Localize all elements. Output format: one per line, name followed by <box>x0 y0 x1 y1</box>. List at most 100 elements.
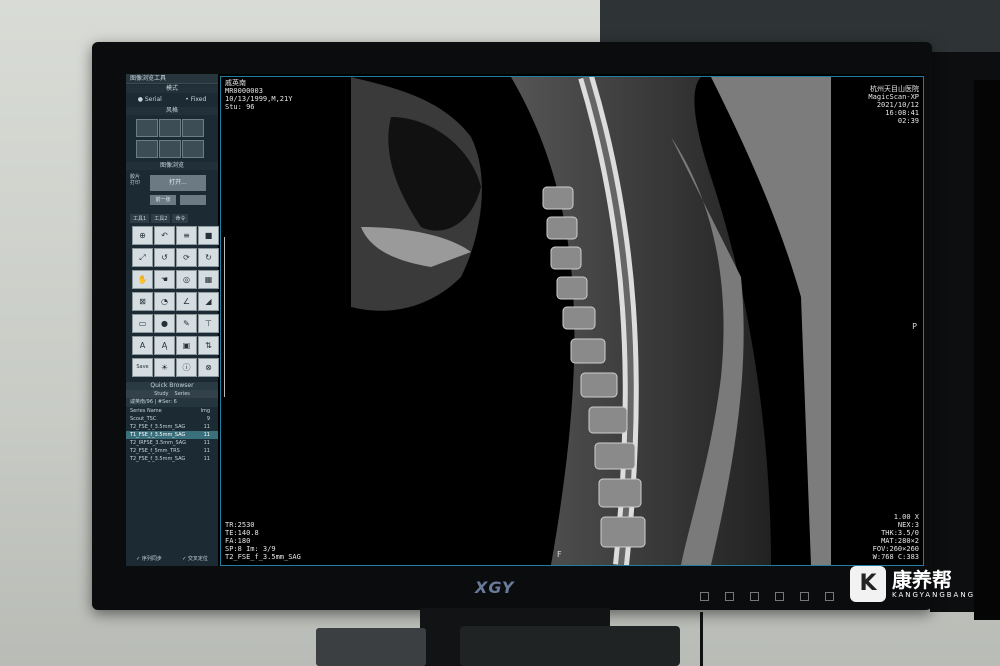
mode-label: 模式 <box>126 85 218 93</box>
invert-icon[interactable]: ■ <box>198 226 219 245</box>
mode-fixed-label: Fixed <box>190 96 207 103</box>
disk-icon[interactable]: ▣ <box>176 336 197 355</box>
roi-icon[interactable]: ▭ <box>132 314 153 333</box>
fit-icon[interactable]: ⤢ <box>132 248 153 267</box>
undo-icon[interactable]: ↶ <box>154 226 175 245</box>
ellipse-icon[interactable]: ● <box>154 314 175 333</box>
series-name: T2_FSE_f_3.5mm_SAG <box>130 424 186 430</box>
film-print-label: 胶片打印 <box>130 174 141 186</box>
annotate-icon[interactable]: Ą <box>154 336 175 355</box>
hand-icon[interactable]: ☚ <box>154 270 175 289</box>
watermark: K 康养帮 KANGYANGBANG <box>850 566 975 602</box>
brightness-icon[interactable]: ☀ <box>154 358 175 377</box>
enhance-icon[interactable]: ≡ <box>176 226 197 245</box>
image-viewport[interactable]: 戚英南 MR0000003 10/13/1999,M,21Y Stu: 96 杭州天目… <box>220 76 924 566</box>
angle-icon[interactable]: ∠ <box>176 292 197 311</box>
browse-label: 图像浏览 <box>126 162 218 170</box>
watermark-sub: KANGYANGBANG <box>892 591 976 599</box>
monitor-brand: XGY <box>475 578 515 597</box>
text-icon[interactable]: A <box>132 336 153 355</box>
sync-label: 序列同步 <box>141 556 162 562</box>
layout-2x1-button[interactable] <box>159 140 181 158</box>
layout-1x2-button[interactable] <box>136 140 158 158</box>
orientation-right: P <box>912 322 917 331</box>
mode-serial-label: Serial <box>144 96 162 103</box>
freehand-icon[interactable]: ✎ <box>176 314 197 333</box>
series-img: 11 <box>203 448 210 454</box>
osd-button[interactable] <box>825 592 834 601</box>
zoom-icon[interactable]: ⊕ <box>132 226 153 245</box>
series-img: 11 <box>203 424 210 430</box>
tab-tools1[interactable]: 工具1 <box>130 214 150 223</box>
osd-button[interactable] <box>775 592 784 601</box>
monitor-base <box>460 626 680 666</box>
series-name: T2_FSE_f_3.5mm_SAG <box>130 456 186 462</box>
panel-title: 图像浏览工具 <box>126 74 218 84</box>
tab-commands[interactable]: 命令 <box>172 214 189 223</box>
layout-3x3-button[interactable] <box>159 119 181 137</box>
series-img: 11 <box>203 440 210 446</box>
close-icon[interactable]: ⊗ <box>198 358 219 377</box>
rotate-left-icon[interactable]: ↺ <box>154 248 175 267</box>
series-img: 9 <box>206 416 210 422</box>
next-button[interactable] <box>180 195 206 205</box>
table-row[interactable]: T2_FSE_f_3.5mm_SAG 11 <box>126 455 218 463</box>
overlay-bottom-left: TR:2530 TE:140.8 FA:180 SP:8 Im: 3/9 T2_FSE_… <box>225 521 301 561</box>
magnify-icon[interactable]: ◎ <box>176 270 197 289</box>
cross-ref-checkbox[interactable]: ✓ 交叉定位 <box>182 555 208 562</box>
quick-browser-title: Quick Browser <box>126 382 218 390</box>
sort-icon[interactable]: ⇅ <box>198 336 219 355</box>
series-img: 11 <box>203 432 210 438</box>
rotate-right-icon[interactable]: ↻ <box>198 248 219 267</box>
table-row[interactable]: T2_FSE_f_3.5mm_SAG 11 <box>126 423 218 431</box>
patient-row[interactable]: 戚英南/96 | #Ser: 6 <box>126 398 218 407</box>
series-img-header: Img <box>200 408 210 414</box>
save-button[interactable]: Save <box>132 358 153 377</box>
pan-hand-icon[interactable]: ✋ <box>132 270 153 289</box>
overlay-top-right: 杭州天目山医院 MagicScan-XP 2021/10/12 16:08:41 02:… <box>868 85 919 125</box>
osd-button[interactable] <box>700 592 709 601</box>
tool-panel: 图像浏览工具 模式 ● Serial • Fixed 风格 图像浏览 胶片打印 … <box>126 74 219 566</box>
osd-button[interactable] <box>800 592 809 601</box>
mode-fixed-radio[interactable]: • Fixed <box>185 94 206 106</box>
mode-serial-radio[interactable]: ● Serial <box>138 94 162 106</box>
layout-2x2-button[interactable] <box>136 119 158 137</box>
cross-ref-label: 交叉定位 <box>187 556 208 562</box>
series-name: Scout_TSC <box>130 416 157 422</box>
watermark-text: 康养帮 <box>892 568 952 592</box>
osd-button[interactable] <box>750 592 759 601</box>
tab-study[interactable]: Study <box>154 390 168 398</box>
series-name-header: Series Name <box>130 408 162 414</box>
tab-tools2[interactable]: 工具2 <box>151 214 171 223</box>
series-header: Series Name Img <box>126 407 218 415</box>
layout-4x4-button[interactable] <box>182 119 204 137</box>
scale-ruler <box>224 237 231 397</box>
ruler-icon[interactable]: ◢ <box>198 292 219 311</box>
window-icon[interactable]: ◔ <box>154 292 175 311</box>
table-row[interactable]: T2_IRFSE_3.5mm_SAG 11 <box>126 439 218 447</box>
monitor-screen: 图像浏览工具 模式 ● Serial • Fixed 风格 图像浏览 胶片打印 … <box>126 74 924 566</box>
profile-icon[interactable]: ⊤ <box>198 314 219 333</box>
rotate-icon[interactable]: ⟳ <box>176 248 197 267</box>
grid-icon[interactable]: ▦ <box>198 270 219 289</box>
info-icon[interactable]: ⓘ <box>176 358 197 377</box>
cable <box>700 612 743 666</box>
series-img: 11 <box>203 456 210 462</box>
sync-checkbox[interactable]: ✓ 序列同步 <box>136 555 162 562</box>
table-row[interactable]: T2_FSE_f_5mm_TRS 11 <box>126 447 218 455</box>
layout-label: 风格 <box>126 107 218 115</box>
table-row[interactable]: Scout_TSC 9 <box>126 415 218 423</box>
prev-button[interactable]: 前一张 <box>150 195 176 205</box>
table-row[interactable]: T1_FSE_f_3.5mm_SAG 11 <box>126 431 218 439</box>
second-monitor <box>930 52 1000 620</box>
cross-icon[interactable]: ⊠ <box>132 292 153 311</box>
overlay-top-left: 戚英南 MR0000003 10/13/1999,M,21Y Stu: 96 <box>225 79 293 111</box>
osd-button[interactable] <box>725 592 734 601</box>
overlay-bottom-right: 1.00 X NEX:3 THK:3.5/0 MAT:280×2 FOV:260×260… <box>872 513 919 561</box>
watermark-logo: K <box>850 566 886 602</box>
layout-1x1-button[interactable] <box>182 140 204 158</box>
open-button[interactable]: 打开... <box>150 175 206 191</box>
series-name: T2_IRFSE_3.5mm_SAG <box>130 440 186 446</box>
mri-spine-image <box>351 77 831 565</box>
tab-series[interactable]: Series <box>175 390 190 398</box>
